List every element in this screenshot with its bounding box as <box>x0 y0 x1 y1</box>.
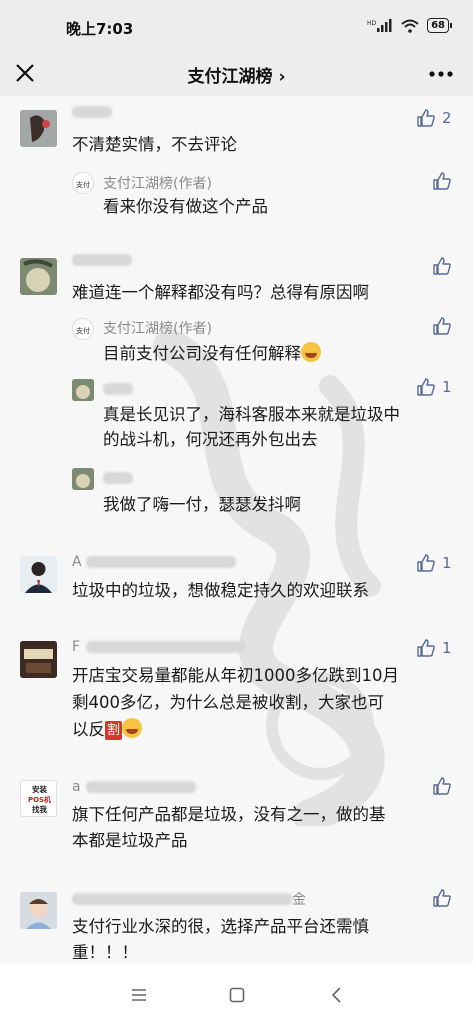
like-count: 1 <box>442 639 452 657</box>
reply-author[interactable]: 支付江湖榜(作者) <box>103 173 212 193</box>
page-title[interactable]: 支付江湖榜 › <box>0 62 473 87</box>
avatar[interactable] <box>20 892 57 929</box>
red-badge: 割 <box>105 721 123 740</box>
home-icon[interactable] <box>228 986 246 1004</box>
svg-text:找我: 找我 <box>32 804 47 814</box>
author-avatar[interactable]: 支付 <box>72 318 94 340</box>
author-avatar[interactable]: 支付 <box>72 172 94 194</box>
thumbs-up-icon <box>433 777 451 795</box>
watermark-graphic <box>153 329 385 826</box>
status-icons: HD 68 <box>367 18 452 33</box>
reply-text-line: 真是长见识了，海科客服本来就是垃圾中 <box>103 405 400 424</box>
comment-feed[interactable]: 不清楚实情，不去评论 2 支付 支付江湖榜(作者) 看来你没有做这个产品 难道连… <box>0 96 473 964</box>
comment-text: 难道连一个解释都没有吗？总得有原因啊 <box>72 283 369 302</box>
author-name-blurred <box>103 472 133 484</box>
like-button[interactable] <box>432 171 452 191</box>
author-name-tail[interactable]: 金 <box>292 889 306 909</box>
author-name-blurred <box>86 641 246 653</box>
like-count: 1 <box>442 378 452 396</box>
comment-text-line: 剩400多亿，为什么总是被收割，大家也可 <box>72 693 384 712</box>
back-icon[interactable] <box>328 986 346 1004</box>
like-count: 2 <box>442 109 452 127</box>
reply-text: 我做了嗨一付，瑟瑟发抖啊 <box>103 495 301 514</box>
reply-text: 目前支付公司没有任何解释 <box>103 341 321 366</box>
avatar[interactable] <box>20 258 57 295</box>
like-button[interactable]: 1 <box>416 377 452 397</box>
like-button[interactable]: 2 <box>416 108 452 128</box>
reply-author[interactable]: 支付江湖榜(作者) <box>103 318 212 338</box>
like-button[interactable] <box>432 316 452 336</box>
like-button[interactable]: 1 <box>416 553 452 573</box>
like-button[interactable] <box>432 888 452 908</box>
status-bar: 晚上7:03 HD 68 <box>0 0 473 52</box>
comment-text: 垃圾中的垃圾，想做稳定持久的欢迎联系 <box>72 581 369 600</box>
author-name-blurred <box>72 893 292 905</box>
avatar[interactable] <box>20 556 57 593</box>
thumbs-up-icon <box>433 889 451 907</box>
svg-text:支付: 支付 <box>76 180 90 189</box>
system-nav-bar <box>0 964 473 1024</box>
like-button[interactable]: 1 <box>416 638 452 658</box>
avatar[interactable] <box>20 110 57 147</box>
like-count: 1 <box>442 554 452 572</box>
svg-text:支付: 支付 <box>76 326 90 335</box>
thumbs-up-icon <box>433 172 451 190</box>
comment-text-line: 开店宝交易量都能从年初1000多亿跌到10月 <box>72 666 399 685</box>
author-name[interactable]: a <box>72 779 81 795</box>
top-nav: 支付江湖榜 › <box>0 52 473 96</box>
thumbs-up-icon <box>417 639 435 657</box>
svg-text:安装: 安装 <box>32 784 47 794</box>
signal-icon: HD <box>367 18 393 33</box>
comment-text: 不清楚实情，不去评论 <box>72 135 237 154</box>
like-button[interactable] <box>432 256 452 276</box>
more-icon[interactable] <box>427 64 455 84</box>
author-name-blurred <box>72 254 132 266</box>
author-name-blurred <box>86 556 236 568</box>
comment-text-line: 旗下任何产品都是垃圾，没有之一，做的基 <box>72 805 386 824</box>
svg-text:HD: HD <box>367 20 377 27</box>
comment-text-line: 支付行业水深的很，选择产品平台还需慎 <box>72 917 369 936</box>
laughing-emoji-icon <box>301 342 321 362</box>
comment-text-line: 以反割 <box>72 717 143 742</box>
thumbs-up-icon <box>417 378 435 396</box>
battery-icon: 68 <box>427 18 452 33</box>
menu-icon[interactable] <box>130 986 148 1004</box>
avatar[interactable] <box>72 379 94 401</box>
author-name-blurred <box>103 383 133 395</box>
laughing-emoji-icon <box>122 718 143 738</box>
thumbs-up-icon <box>433 257 451 275</box>
avatar[interactable] <box>72 468 94 490</box>
reply-text: 看来你没有做这个产品 <box>103 197 268 216</box>
thumbs-up-icon <box>417 554 435 572</box>
status-time: 晚上7:03 <box>66 20 134 38</box>
author-name[interactable]: F <box>72 639 80 655</box>
reply-text-line: 的战斗机，何况还再外包出去 <box>103 430 318 449</box>
author-name-blurred <box>72 106 112 118</box>
thumbs-up-icon <box>417 109 435 127</box>
author-name-blurred <box>86 781 196 793</box>
author-name[interactable]: A <box>72 554 82 570</box>
avatar[interactable] <box>20 641 57 678</box>
comment-text-line: 本都是垃圾产品 <box>72 831 188 850</box>
like-button[interactable] <box>432 776 452 796</box>
thumbs-up-icon <box>433 317 451 335</box>
wifi-icon <box>401 19 419 33</box>
svg-text:POS机: POS机 <box>28 795 51 804</box>
comment-text-line: 重！！！ <box>72 943 138 962</box>
avatar[interactable]: 安装 POS机 找我 <box>20 780 57 817</box>
